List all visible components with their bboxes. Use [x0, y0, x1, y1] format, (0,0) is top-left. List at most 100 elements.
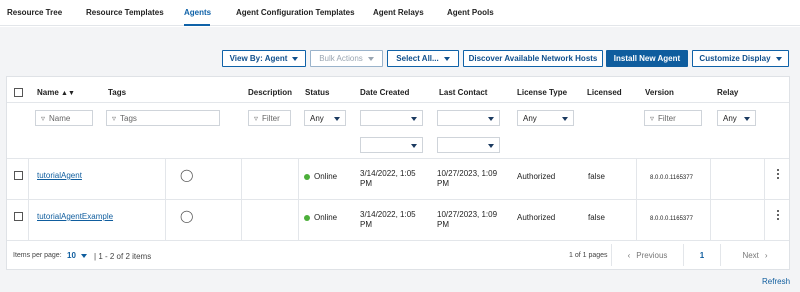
- agent-name-link[interactable]: tutorialAgent: [37, 171, 82, 181]
- next-label: Next: [742, 250, 759, 260]
- tags-filter-placeholder: Tags: [120, 113, 137, 123]
- refresh-link[interactable]: Refresh: [762, 277, 790, 286]
- tab-agents[interactable]: Agents: [184, 8, 211, 17]
- tags-filter-input[interactable]: ▿ Tags: [106, 110, 220, 126]
- caret-down-icon: [562, 117, 568, 121]
- status-cell: Online: [304, 213, 337, 223]
- license-type-filter-value: Any: [523, 113, 537, 123]
- tab-agent-relays[interactable]: Agent Relays: [373, 8, 424, 17]
- bulk-actions-button[interactable]: Bulk Actions: [310, 50, 383, 67]
- caret-down-icon: [411, 117, 417, 121]
- row-actions-kebab-icon[interactable]: [777, 210, 779, 222]
- last-contact-line-2: PM: [437, 179, 449, 188]
- items-per-page-label: Items per page:: [13, 252, 62, 259]
- header-licensed: Licensed: [587, 88, 622, 97]
- caret-down-icon: [488, 117, 494, 121]
- view-by-button[interactable]: View By: Agent: [222, 50, 306, 67]
- description-filter-input[interactable]: ▿ Filter: [248, 110, 291, 126]
- caret-down-icon: [775, 56, 782, 61]
- divider: [7, 240, 789, 241]
- current-page-label: 1: [699, 250, 705, 260]
- last-contact-from-select[interactable]: [437, 110, 500, 126]
- chevron-right-icon: ›: [764, 250, 768, 260]
- caret-down-icon: [292, 56, 299, 61]
- funnel-icon: ▿: [41, 113, 46, 123]
- install-agent-button[interactable]: Install New Agent: [606, 50, 688, 67]
- caret-down-icon: [411, 144, 417, 148]
- tag-icon[interactable]: ◯: [180, 210, 193, 222]
- last-contact-line-1: 10/27/2023, 1:09: [437, 169, 498, 178]
- online-status-icon: [304, 174, 310, 180]
- header-status: Status: [305, 88, 330, 97]
- header-relay: Relay: [717, 88, 739, 97]
- discover-hosts-button[interactable]: Discover Available Network Hosts: [463, 50, 603, 67]
- status-text: Online: [314, 213, 338, 222]
- active-tab-indicator: [184, 24, 210, 26]
- header-name[interactable]: Name ▲▼: [37, 88, 75, 97]
- next-page-button[interactable]: Next ›: [720, 244, 789, 266]
- bulk-actions-label: Bulk Actions: [319, 54, 363, 63]
- status-text: Online: [314, 172, 338, 181]
- row-actions-kebab-icon[interactable]: [777, 169, 779, 181]
- item-range-text: 1 - 2 of 2 items: [98, 252, 152, 261]
- divider: [7, 199, 789, 200]
- agent-name-link[interactable]: tutorialAgentExample: [37, 212, 113, 222]
- select-all-checkbox[interactable]: [14, 88, 23, 97]
- last-contact-line-1: 10/27/2023, 1:09: [437, 210, 498, 219]
- name-filter-input[interactable]: ▿ Name: [35, 110, 93, 126]
- version-filter-placeholder: Filter: [658, 113, 676, 123]
- licensed-cell: false: [588, 172, 605, 181]
- previous-page-button[interactable]: ‹ Previous: [611, 244, 683, 266]
- license-type-cell: Authorized: [517, 213, 556, 222]
- header-name-label: Name: [37, 88, 59, 97]
- licensed-cell: false: [588, 213, 605, 222]
- funnel-icon: ▿: [112, 113, 117, 123]
- date-created-line-2: PM: [360, 220, 372, 229]
- date-created-to-select[interactable]: [360, 137, 423, 153]
- version-filter-input[interactable]: ▿ Filter: [644, 110, 702, 126]
- items-per-page-value: 10: [67, 251, 76, 260]
- customize-display-label: Customize Display: [699, 54, 771, 63]
- version-cell: 8.0.0.0.1165377: [650, 175, 693, 181]
- name-filter-placeholder: Name: [49, 113, 71, 123]
- date-created-line-1: 3/14/2022, 1:05: [360, 169, 416, 178]
- last-contact-line-2: PM: [437, 220, 449, 229]
- caret-down-icon: [367, 56, 374, 61]
- customize-display-button[interactable]: Customize Display: [692, 50, 789, 67]
- date-created-line-1: 3/14/2022, 1:05: [360, 210, 416, 219]
- select-all-button[interactable]: Select All...: [387, 50, 459, 67]
- status-filter-select[interactable]: Any: [304, 110, 346, 126]
- last-contact-to-select[interactable]: [437, 137, 500, 153]
- item-range: | 1 - 2 of 2 items: [94, 252, 152, 261]
- header-license-type: License Type: [517, 88, 568, 97]
- top-nav: Resource Tree Resource Templates Agents …: [0, 0, 800, 26]
- discover-hosts-label: Discover Available Network Hosts: [468, 54, 598, 63]
- tag-icon[interactable]: ◯: [180, 169, 193, 181]
- current-page-button[interactable]: 1: [683, 244, 720, 266]
- tab-agent-pools[interactable]: Agent Pools: [447, 8, 494, 17]
- caret-down-icon: [334, 117, 340, 121]
- version-cell: 8.0.0.0.1165377: [650, 216, 693, 222]
- license-type-filter-select[interactable]: Any: [517, 110, 574, 126]
- header-description: Description: [248, 88, 293, 97]
- chevron-left-icon: ‹: [627, 250, 631, 260]
- items-per-page-select[interactable]: 10: [67, 251, 87, 260]
- header-version: Version: [645, 88, 674, 97]
- tab-agent-configuration-templates[interactable]: Agent Configuration Templates: [236, 8, 355, 17]
- online-status-icon: [304, 215, 310, 221]
- status-filter-value: Any: [310, 113, 324, 123]
- header-last-contact: Last Contact: [439, 88, 488, 97]
- date-created-from-select[interactable]: [360, 110, 423, 126]
- relay-filter-select[interactable]: Any: [717, 110, 756, 126]
- license-type-cell: Authorized: [517, 172, 556, 181]
- tab-resource-tree[interactable]: Resource Tree: [7, 8, 62, 17]
- caret-down-icon: [744, 117, 750, 121]
- divider: [7, 102, 789, 103]
- caret-down-icon: [443, 56, 450, 61]
- page-count: 1 of 1 pages: [569, 252, 608, 259]
- tab-resource-templates[interactable]: Resource Templates: [86, 8, 164, 17]
- funnel-icon: ▿: [650, 113, 655, 123]
- row-checkbox[interactable]: [14, 171, 23, 180]
- row-checkbox[interactable]: [14, 212, 23, 221]
- status-cell: Online: [304, 172, 337, 182]
